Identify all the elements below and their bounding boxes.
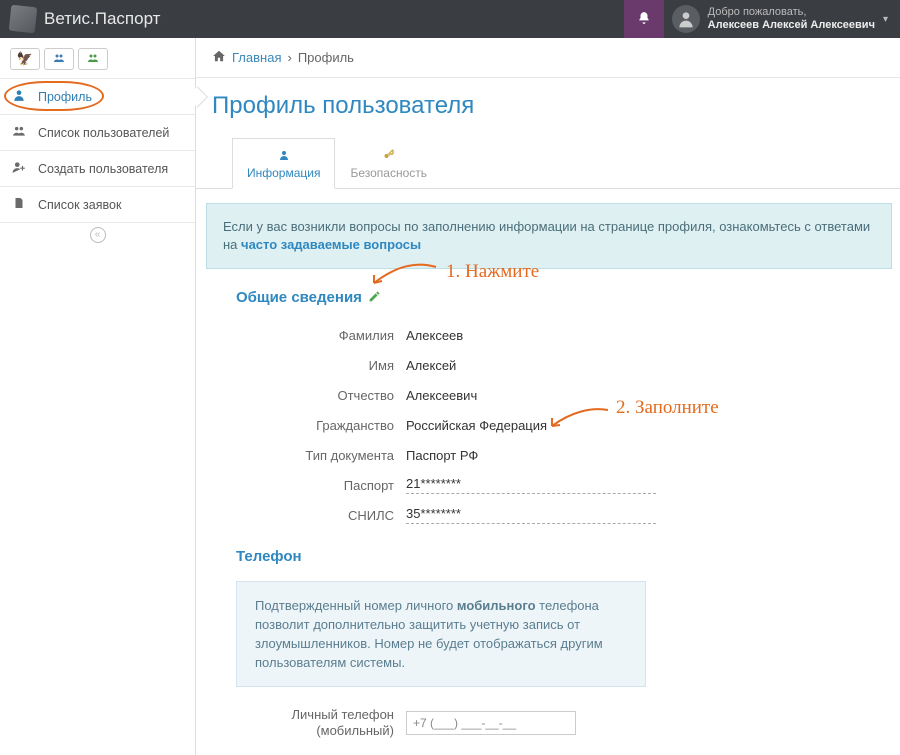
page-title: Профиль пользователя [196,78,900,138]
tab-info[interactable]: Информация [232,138,335,189]
notifications-button[interactable] [624,0,664,38]
tab-label: Безопасность [350,166,427,180]
field-value: 21******** [406,476,656,494]
field-value: Алексей [406,358,870,373]
header: Ветис.Паспорт Добро пожаловать, Алексеев… [0,0,900,38]
field-value: 35******** [406,506,656,524]
field-value: Российская Федерация [406,418,870,433]
pencil-icon[interactable] [368,290,381,306]
breadcrumb: Главная › Профиль [196,38,900,78]
field-label: Паспорт [236,478,406,493]
breadcrumb-sep: › [287,50,291,65]
field-label: СНИЛС [236,508,406,523]
faq-notice: Если у вас возникли вопросы по заполнени… [206,203,892,269]
sidebar-item-create-user[interactable]: Создать пользователя [0,150,195,186]
role-users-button[interactable] [78,48,108,70]
section-phone-title: Телефон [236,548,870,565]
app-name: Ветис.Паспорт [44,9,160,29]
field-value: Паспорт РФ [406,448,870,463]
phone-input[interactable] [406,711,576,735]
eagle-icon: 🦅 [17,51,33,67]
header-welcome: Добро пожаловать, [708,6,875,19]
field-label: Имя [236,358,406,373]
main: Главная › Профиль Профиль пользователя И… [196,38,900,755]
header-username: Алексеев Алексей Алексеевич [708,19,875,32]
tab-label: Информация [247,166,320,180]
phone-field-label: Личный телефон (мобильный) [236,707,406,739]
user-icon [10,88,28,105]
sidebar-collapse-button[interactable]: « [0,222,195,246]
role-group-button[interactable] [44,48,74,70]
collapse-icon: « [90,227,106,243]
user-plus-icon [10,160,28,177]
sidebar-item-requests[interactable]: Список заявок [0,186,195,222]
role-eagle-button[interactable]: 🦅 [10,48,40,70]
breadcrumb-current: Профиль [298,50,354,65]
sidebar-item-users-list[interactable]: Список пользователей [0,114,195,150]
user-menu[interactable]: Добро пожаловать, Алексеев Алексей Алекс… [664,5,900,33]
sidebar-item-profile[interactable]: Профиль [0,78,195,114]
avatar-icon [672,5,700,33]
users-icon [86,52,100,67]
section-general-title: Общие сведения [236,289,870,306]
sidebar-item-label: Список заявок [38,198,121,212]
faq-link[interactable]: часто задаваемые вопросы [241,237,421,252]
users-icon [10,124,28,141]
tabs: Информация Безопасность [232,138,900,189]
field-label: Отчество [236,388,406,403]
sidebar-item-label: Создать пользователя [38,162,168,176]
header-user-text: Добро пожаловать, Алексеев Алексей Алекс… [708,6,875,32]
breadcrumb-home-link[interactable]: Главная [232,50,281,65]
app-logo: Ветис.Паспорт [10,6,624,32]
chevron-down-icon: ▾ [883,14,888,25]
field-value: Алексеевич [406,388,870,403]
field-label: Гражданство [236,418,406,433]
phone-field-row: Личный телефон (мобильный) [236,707,870,739]
phone-note: Подтвержденный номер личного мобильного … [236,581,646,687]
field-value: Алексеев [406,328,870,343]
sidebar-item-label: Список пользователей [38,126,169,140]
cube-icon [9,5,38,34]
field-label: Тип документа [236,448,406,463]
sidebar-item-label: Профиль [38,90,92,104]
role-switcher: 🦅 [0,38,195,78]
key-icon [350,149,427,164]
user-icon [247,149,320,164]
home-icon [212,49,226,66]
group-icon [52,52,66,67]
bell-icon [637,11,651,28]
file-icon [10,196,28,213]
tab-security[interactable]: Безопасность [335,138,442,189]
field-label: Фамилия [236,328,406,343]
sidebar: 🦅 Профиль Список пользователей [0,38,196,755]
